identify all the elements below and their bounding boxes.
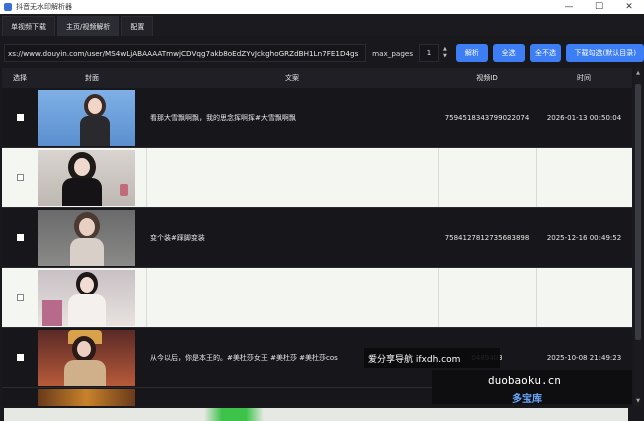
- header-text[interactable]: 文案: [146, 73, 438, 83]
- window-title: 抖音无水印解析器: [16, 3, 72, 11]
- text-cell: [146, 268, 438, 327]
- scroll-thumb[interactable]: [635, 84, 641, 340]
- site-name: 多宝库: [512, 394, 542, 405]
- header-select[interactable]: 选择: [2, 73, 38, 83]
- max-pages-spinbox[interactable]: 1: [419, 44, 439, 62]
- video-table: 选择 封面 文案 视频ID 时间 看那大雪飘啊飘，我的思念挥啊挥#大雪飘啊飘 7…: [2, 68, 632, 406]
- time-cell: [536, 148, 632, 207]
- table-header: 选择 封面 文案 视频ID 时间: [2, 68, 632, 88]
- cover-thumbnail: [38, 269, 135, 326]
- parse-button[interactable]: 解析: [455, 44, 488, 62]
- cover-cell: [38, 148, 146, 207]
- cover-thumbnail: [38, 329, 135, 386]
- header-video-id[interactable]: 视频ID: [438, 73, 536, 83]
- close-button[interactable]: ✕: [614, 0, 644, 14]
- row-checkbox-cell: [2, 88, 38, 147]
- spinbox-arrows[interactable]: ▲ ▼: [440, 44, 450, 62]
- select-all-button[interactable]: 全选: [492, 44, 525, 62]
- spin-up-icon[interactable]: ▲: [443, 46, 447, 53]
- scroll-down-icon[interactable]: ▼: [635, 398, 641, 404]
- row-checkbox-cell: [2, 208, 38, 267]
- url-input[interactable]: xs://www.douyin.com/user/MS4wLjABAAAATmw…: [4, 44, 367, 62]
- cover-thumbnail: [38, 209, 135, 266]
- app-window: 抖音无水印解析器 — ☐ ✕ 单视频下载 主页/视频解析 配置 xs://www…: [0, 0, 644, 421]
- time-cell: 2025-12-16 00:49:52: [546, 233, 622, 242]
- toolbar: xs://www.douyin.com/user/MS4wLjABAAAATmw…: [0, 40, 644, 66]
- cover-cell: [38, 388, 146, 406]
- row-checkbox-cell: [2, 328, 38, 387]
- tab-homepage-parse[interactable]: 主页/视频解析: [57, 16, 120, 36]
- cover-thumbnail: [38, 388, 135, 406]
- row-checkbox-cell: [2, 148, 38, 207]
- text-cell: 变个装#踩脚变装: [150, 233, 205, 242]
- app-icon: [4, 3, 12, 11]
- minimize-button[interactable]: —: [554, 0, 584, 14]
- download-selected-button[interactable]: 下载勾选(默认目录): [566, 44, 644, 62]
- table-row[interactable]: [2, 148, 632, 208]
- cover-cell: [38, 268, 146, 327]
- row-checkbox-cell: [2, 268, 38, 327]
- row-checkbox-cell: [2, 388, 38, 406]
- row-checkbox[interactable]: [16, 114, 24, 121]
- header-time[interactable]: 时间: [536, 73, 632, 83]
- text-cell: 看那大雪飘啊飘，我的思念挥啊挥#大雪飘啊飘: [150, 113, 296, 122]
- row-checkbox[interactable]: [16, 174, 24, 181]
- video-id-cell: [438, 268, 536, 327]
- spin-down-icon[interactable]: ▼: [443, 53, 447, 60]
- video-id-cell: [438, 148, 536, 207]
- text-cell: [146, 148, 438, 207]
- max-pages-label: max_pages: [372, 48, 414, 58]
- table-row[interactable]: [2, 268, 632, 328]
- video-id-cell: 7584127812735683898: [444, 233, 530, 242]
- tab-bar: 单视频下载 主页/视频解析 配置: [0, 14, 644, 36]
- tab-config[interactable]: 配置: [121, 16, 154, 36]
- row-checkbox[interactable]: [16, 354, 24, 361]
- site-watermark: duobaoku.cn 多宝库: [432, 370, 632, 405]
- table-row[interactable]: 变个装#踩脚变装 7584127812735683898 2025-12-16 …: [2, 208, 632, 268]
- header-cover[interactable]: 封面: [38, 73, 146, 83]
- row-checkbox[interactable]: [16, 294, 24, 301]
- progress-indicator: [204, 408, 264, 421]
- scroll-up-icon[interactable]: ▲: [635, 70, 641, 76]
- cover-cell: [38, 88, 146, 147]
- maximize-button[interactable]: ☐: [584, 0, 614, 14]
- vertical-scrollbar[interactable]: ▲ ▼: [634, 68, 642, 406]
- video-id-cell: 7594518343799022074: [444, 113, 530, 122]
- cover-thumbnail: [38, 149, 135, 206]
- tab-single-video[interactable]: 单视频下载: [2, 16, 55, 36]
- row-checkbox[interactable]: [16, 234, 24, 241]
- table-row[interactable]: 看那大雪飘啊飘，我的思念挥啊挥#大雪飘啊飘 759451834379902207…: [2, 88, 632, 148]
- select-none-button[interactable]: 全不选: [529, 44, 562, 62]
- time-cell: [536, 268, 632, 327]
- cover-cell: [38, 328, 146, 387]
- nav-watermark: 爱分享导航 ifxdh.com: [364, 348, 500, 368]
- time-cell: 2026-01-13 00:50:04: [546, 113, 622, 122]
- title-bar: 抖音无水印解析器 — ☐ ✕: [0, 0, 644, 14]
- cover-cell: [38, 208, 146, 267]
- site-url: duobaoku.cn: [488, 374, 561, 387]
- status-bar: [4, 408, 628, 421]
- cover-thumbnail: [38, 89, 135, 146]
